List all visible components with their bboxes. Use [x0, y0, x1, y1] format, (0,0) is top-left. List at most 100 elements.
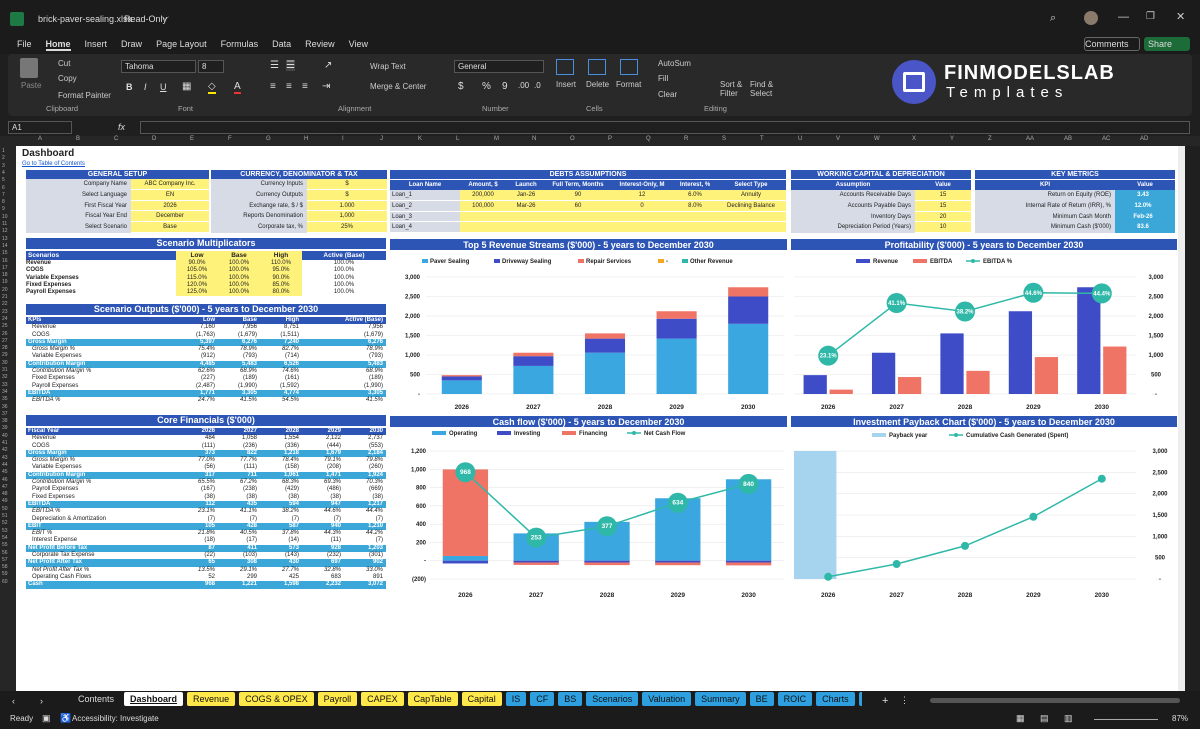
menu-data[interactable]: Data	[272, 39, 291, 51]
row-number[interactable]: 31	[2, 367, 8, 373]
horizontal-scrollbar[interactable]	[930, 698, 1180, 703]
worksheet[interactable]: Dashboard Go to Table of Contents GENERA…	[16, 146, 1185, 691]
decrease-decimal-icon[interactable]: .0	[534, 81, 541, 90]
row-number[interactable]: 60	[2, 579, 8, 585]
more-sheets-icon[interactable]: ⋮	[900, 695, 909, 706]
row-number[interactable]: 5	[2, 177, 5, 183]
font-color-icon[interactable]: A	[234, 81, 241, 94]
menu-page-layout[interactable]: Page Layout	[156, 39, 207, 51]
comments-button[interactable]: Comments	[1084, 37, 1140, 51]
font-name-select[interactable]: Tahoma	[121, 60, 196, 73]
row-number[interactable]: 15	[2, 250, 8, 256]
tab-summary[interactable]: Summary	[695, 692, 746, 706]
tab-scroll-right-icon[interactable]: ›	[40, 696, 43, 706]
share-button[interactable]: Share	[1144, 37, 1190, 51]
zoom-level[interactable]: 87%	[1172, 714, 1188, 723]
copy-button[interactable]: Copy	[58, 74, 77, 83]
row-number[interactable]: 2	[2, 155, 5, 161]
close-icon[interactable]: ✕	[1176, 10, 1185, 23]
tab-roic[interactable]: ROIC	[777, 692, 813, 706]
row-number[interactable]: 36	[2, 404, 8, 410]
align-middle-icon[interactable]: ☰	[286, 60, 295, 71]
bold-icon[interactable]: B	[126, 82, 133, 92]
row-number[interactable]: 24	[2, 316, 8, 322]
tab-be[interactable]: BE	[749, 692, 774, 706]
row-number[interactable]: 16	[2, 258, 8, 264]
tab-charts[interactable]: Charts	[816, 692, 855, 706]
row-number[interactable]: 30	[2, 360, 8, 366]
column-header[interactable]: S	[722, 136, 726, 142]
formula-input[interactable]	[140, 121, 1190, 134]
row-number[interactable]: 47	[2, 484, 8, 490]
row-number[interactable]: 38	[2, 418, 8, 424]
borders-icon[interactable]: ▦	[182, 81, 191, 92]
tab-is[interactable]: IS	[505, 692, 527, 706]
row-number[interactable]: 50	[2, 506, 8, 512]
tab-cf[interactable]: CF	[530, 692, 555, 706]
row-number[interactable]: 55	[2, 542, 8, 548]
row-number[interactable]: 48	[2, 491, 8, 497]
wrap-text-button[interactable]: Wrap Text	[370, 62, 406, 71]
align-top-icon[interactable]: ☰	[270, 60, 279, 71]
menu-insert[interactable]: Insert	[85, 39, 108, 51]
tab-cogs-opex[interactable]: COGS & OPEX	[239, 692, 314, 706]
column-header[interactable]: M	[494, 136, 499, 142]
row-number[interactable]: 44	[2, 462, 8, 468]
fill-button[interactable]: Fill	[658, 74, 668, 83]
tab-scroll-left-icon[interactable]: ‹	[12, 696, 15, 706]
row-number[interactable]: 52	[2, 520, 8, 526]
page-break-icon[interactable]: ▥	[1064, 713, 1073, 724]
row-number[interactable]: 46	[2, 477, 8, 483]
underline-icon[interactable]: U	[160, 82, 167, 92]
insert-cells-icon[interactable]	[556, 59, 574, 75]
column-header[interactable]: AC	[1102, 136, 1110, 142]
column-header[interactable]: O	[570, 136, 575, 142]
column-header[interactable]: V	[836, 136, 840, 142]
row-number[interactable]: 10	[2, 214, 8, 220]
align-center-icon[interactable]: ≡	[286, 81, 292, 92]
row-number[interactable]: 49	[2, 498, 8, 504]
restore-icon[interactable]: ❐	[1146, 11, 1155, 22]
find-select-button[interactable]: Find & Select	[750, 80, 780, 98]
row-number[interactable]: 43	[2, 455, 8, 461]
column-header[interactable]: L	[456, 136, 459, 142]
row-number[interactable]: 12	[2, 228, 8, 234]
row-number[interactable]: 19	[2, 279, 8, 285]
column-header[interactable]: A	[38, 136, 42, 142]
row-number[interactable]: 14	[2, 243, 8, 249]
indent-icon[interactable]: ⇥	[322, 81, 330, 92]
column-header[interactable]: K	[418, 136, 422, 142]
page-layout-icon[interactable]: ▤	[1040, 713, 1049, 724]
column-header[interactable]: H	[304, 136, 308, 142]
column-header[interactable]: J	[380, 136, 383, 142]
row-number[interactable]: 59	[2, 571, 8, 577]
row-number[interactable]: 33	[2, 382, 8, 388]
tab-contents[interactable]: Contents	[72, 692, 121, 706]
row-number[interactable]: 17	[2, 265, 8, 271]
row-number[interactable]: 11	[2, 221, 7, 227]
percent-icon[interactable]: %	[482, 81, 491, 92]
column-header[interactable]: T	[760, 136, 764, 142]
menu-home[interactable]: Home	[45, 39, 71, 51]
tab-capital[interactable]: Capital	[461, 692, 502, 706]
row-number[interactable]: 39	[2, 425, 8, 431]
row-number[interactable]: 35	[2, 396, 8, 402]
row-number[interactable]: 6	[2, 185, 5, 191]
column-header[interactable]: W	[874, 136, 880, 142]
row-number[interactable]: 25	[2, 323, 8, 329]
row-number[interactable]: 1	[2, 148, 5, 154]
row-number[interactable]: 27	[2, 338, 8, 344]
clear-button[interactable]: Clear	[658, 90, 677, 99]
increase-decimal-icon[interactable]: .00	[518, 81, 529, 90]
menu-formulas[interactable]: Formulas	[221, 39, 259, 51]
vertical-scrollbar[interactable]	[1178, 146, 1185, 691]
search-icon[interactable]: ⌕	[1050, 12, 1056, 25]
normal-view-icon[interactable]: ▦	[1016, 713, 1025, 724]
row-number[interactable]: 32	[2, 374, 8, 380]
column-header[interactable]: B	[76, 136, 80, 142]
column-header[interactable]: F	[228, 136, 232, 142]
delete-cells-icon[interactable]	[588, 59, 606, 75]
row-number[interactable]: 22	[2, 301, 8, 307]
tab-captable[interactable]: CapTable	[407, 692, 458, 706]
format-cells-icon[interactable]	[620, 59, 638, 75]
